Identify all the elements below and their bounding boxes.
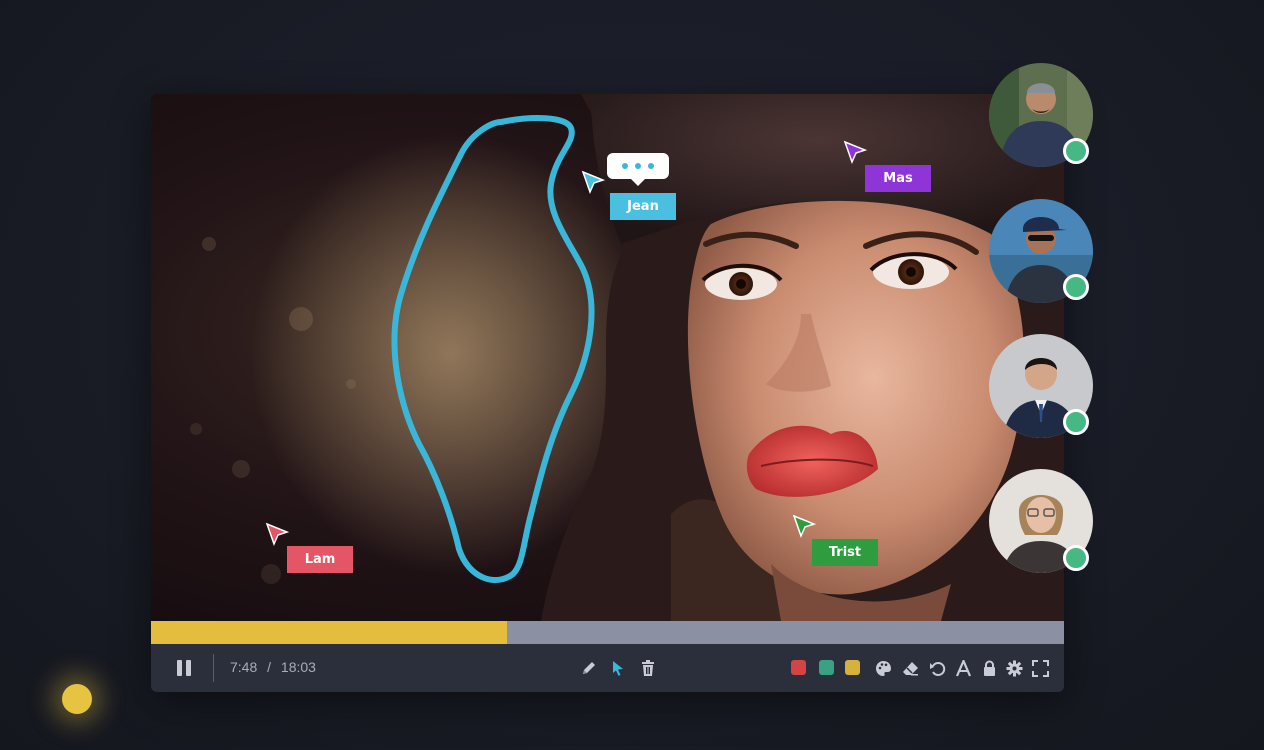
fullscreen-button[interactable] <box>1030 656 1050 680</box>
cursor-label-mas: Mas <box>865 165 931 192</box>
decorative-glow-dot <box>62 684 92 714</box>
control-bar: 7:48 / 18:03 <box>151 644 1064 692</box>
current-time: 7:48 <box>230 659 258 675</box>
online-status-dot <box>1063 409 1089 435</box>
pointer-tool-button[interactable] <box>607 656 629 680</box>
typing-indicator-bubble <box>607 153 669 186</box>
gear-icon <box>1006 660 1022 676</box>
typing-dot <box>622 163 628 169</box>
mas-cursor-icon <box>843 140 868 165</box>
lock-button[interactable] <box>979 656 999 680</box>
lock-icon <box>983 660 995 676</box>
color-swatch-red[interactable] <box>791 660 806 675</box>
pencil-tool-button[interactable] <box>578 656 600 680</box>
lam-cursor-icon <box>265 522 290 547</box>
color-swatch-green[interactable] <box>819 660 834 675</box>
trash-icon <box>642 660 654 676</box>
online-status-dot <box>1063 274 1089 300</box>
pause-button[interactable] <box>173 656 195 680</box>
online-status-dot <box>1063 138 1089 164</box>
pencil-icon <box>583 662 595 674</box>
typing-dot <box>635 163 641 169</box>
trist-cursor-icon <box>792 514 817 539</box>
fullscreen-icon <box>1031 659 1049 677</box>
trash-button[interactable] <box>637 656 659 680</box>
progress-bar[interactable] <box>151 621 1064 644</box>
jean-cursor-icon <box>581 170 606 195</box>
cursor-label-lam: Lam <box>287 546 353 573</box>
cursor-label-jean: Jean <box>610 193 676 220</box>
control-divider <box>213 654 214 682</box>
pointer-icon <box>613 661 623 676</box>
progress-fill <box>151 621 508 644</box>
cursor-label-trist: Trist <box>812 539 878 566</box>
video-frame[interactable]: Jean Mas Lam Trist <box>151 94 1064 621</box>
undo-button[interactable] <box>927 656 947 680</box>
text-tool-button[interactable] <box>953 656 973 680</box>
time-separator: / <box>267 659 272 675</box>
typing-dot <box>648 163 654 169</box>
undo-icon <box>929 661 945 676</box>
palette-icon <box>875 660 891 676</box>
time-display: 7:48 / 18:03 <box>230 659 316 675</box>
eraser-button[interactable] <box>900 656 920 680</box>
palette-button[interactable] <box>873 656 893 680</box>
pause-icon <box>177 660 191 676</box>
video-player: Jean Mas Lam Trist 7:48 / 18:03 <box>151 94 1064 692</box>
color-swatch-yellow[interactable] <box>845 660 860 675</box>
total-time: 18:03 <box>280 659 316 675</box>
text-icon <box>955 659 971 676</box>
settings-button[interactable] <box>1004 656 1024 680</box>
eraser-icon <box>902 661 918 675</box>
online-status-dot <box>1063 545 1089 571</box>
